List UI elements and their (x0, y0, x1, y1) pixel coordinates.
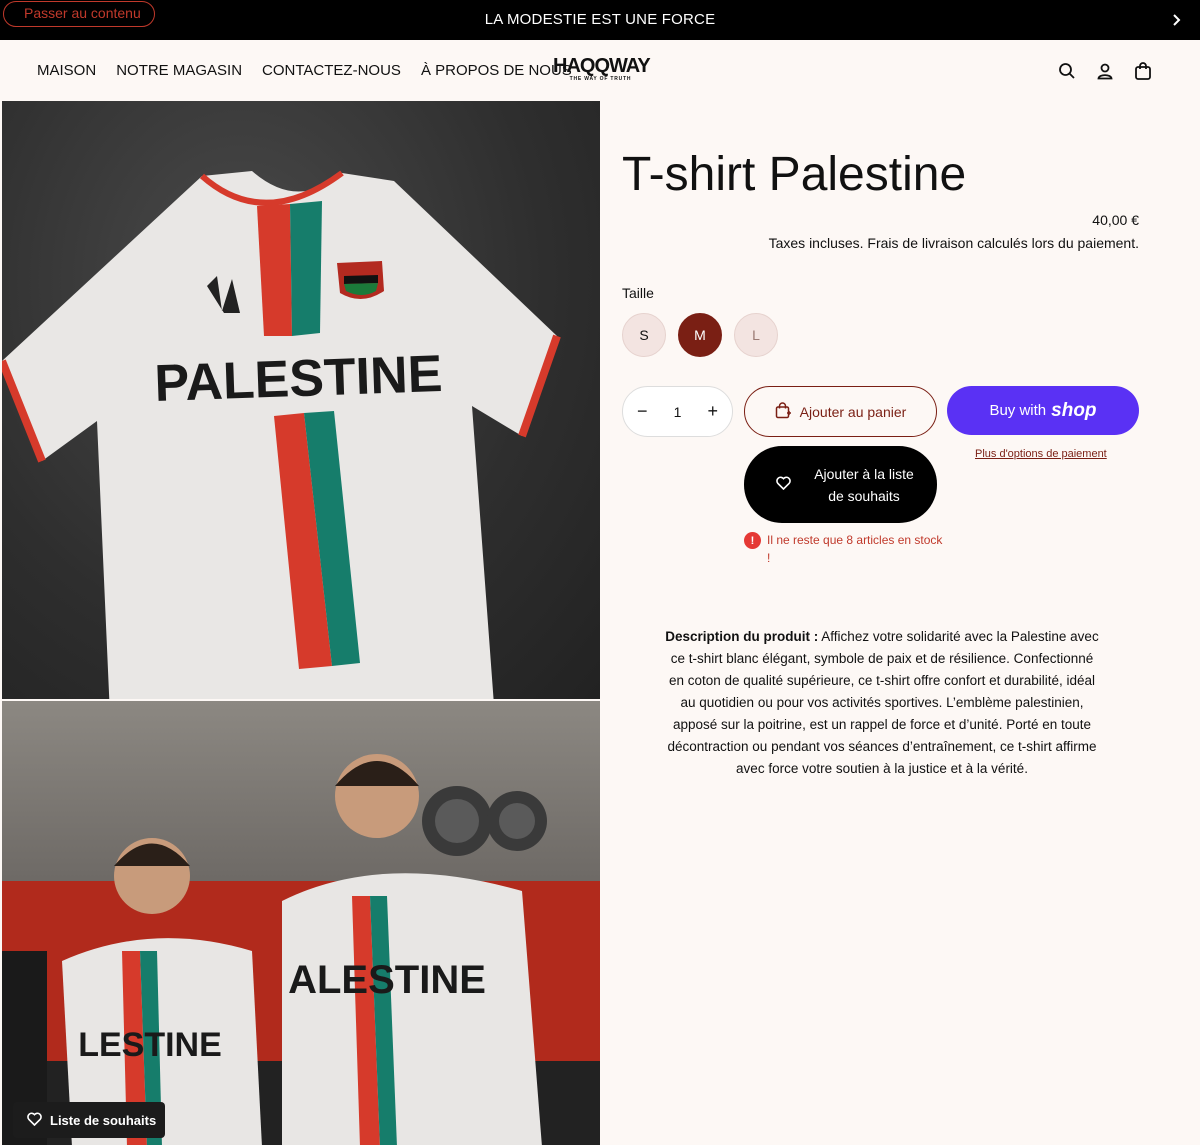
shop-wordmark: shop (1051, 399, 1097, 421)
account-icon[interactable] (1094, 60, 1116, 82)
logo[interactable]: HAQQWAY THE WAY OF TRUTH (553, 55, 651, 86)
more-payment-options-link[interactable]: Plus d'options de paiement (975, 448, 1107, 460)
nav-item-contactez-nous[interactable]: CONTACTEZ-NOUS (262, 62, 401, 79)
floating-wishlist-button[interactable]: Liste de souhaits (13, 1102, 165, 1138)
stock-warning: ! Il ne reste que 8 articles en stock ! (744, 531, 944, 567)
add-to-cart-label: Ajouter au panier (799, 403, 907, 420)
product-gallery: PALESTINE LESTINE ALESTINE (2, 101, 600, 1145)
size-option-l[interactable]: L (734, 313, 778, 357)
search-icon[interactable] (1056, 60, 1078, 82)
model-print-right: ALESTINE (288, 958, 486, 1002)
add-to-wishlist-label: Ajouter à la liste de souhaits (814, 465, 914, 504)
add-to-wishlist-button[interactable]: Ajouter à la liste de souhaits (744, 446, 937, 523)
size-option-s[interactable]: S (622, 313, 666, 357)
nav-item-maison[interactable]: MAISON (37, 62, 96, 79)
description-label: Description du produit : (665, 629, 819, 644)
quantity-stepper: − 1 + (622, 386, 733, 437)
heart-icon (27, 1111, 42, 1129)
site-header: MAISON NOTRE MAGASIN CONTACTEZ-NOUS À PR… (0, 40, 1200, 101)
size-option-m[interactable]: M (678, 313, 722, 357)
product-description: Description du produit : Affichez votre … (662, 626, 1102, 780)
size-selector: S M L (622, 313, 778, 357)
product-image-flat[interactable]: PALESTINE (2, 101, 600, 699)
description-text: Affichez votre solidarité avec la Palest… (667, 629, 1099, 776)
nav-item-notre-magasin[interactable]: NOTRE MAGASIN (116, 62, 242, 79)
qty-decrease-button[interactable]: − (637, 401, 648, 422)
add-to-cart-button[interactable]: Ajouter au panier (744, 386, 937, 437)
cart-icon[interactable] (1132, 60, 1154, 82)
alert-icon: ! (744, 532, 761, 549)
qty-value[interactable]: 1 (674, 404, 682, 420)
heart-icon (776, 474, 791, 496)
tax-note: Taxes incluses. Frais de livraison calcu… (768, 235, 1139, 251)
qty-increase-button[interactable]: + (707, 401, 718, 422)
product-title: T-shirt Palestine (622, 148, 967, 201)
announcement-message: LA MODESTIE EST UNE FORCE (484, 11, 716, 28)
floating-wishlist-label: Liste de souhaits (50, 1112, 157, 1128)
main-nav: MAISON NOTRE MAGASIN CONTACTEZ-NOUS À PR… (37, 62, 572, 79)
model-print-left: LESTINE (78, 1026, 222, 1064)
nav-item-a-propos[interactable]: À PROPOS DE NOUS (421, 62, 572, 79)
cart-add-icon (775, 401, 792, 422)
logo-word: HAQQWAY (553, 55, 651, 77)
header-icons (1056, 60, 1154, 82)
announcement-bar: Passer au contenu LA MODESTIE EST UNE FO… (0, 0, 1200, 40)
chevron-right-icon[interactable] (1166, 10, 1186, 30)
shirt-print-text: PALESTINE (153, 345, 443, 413)
stock-warning-text: Il ne reste que 8 articles en stock ! (767, 533, 943, 565)
buy-with-label: Buy with (989, 402, 1047, 419)
product-price: 40,00 € (1092, 212, 1139, 228)
buy-with-shop-button[interactable]: Buy with shop (947, 386, 1139, 435)
product-image-models[interactable]: LESTINE ALESTINE (2, 701, 600, 1145)
size-label: Taille (622, 285, 654, 301)
